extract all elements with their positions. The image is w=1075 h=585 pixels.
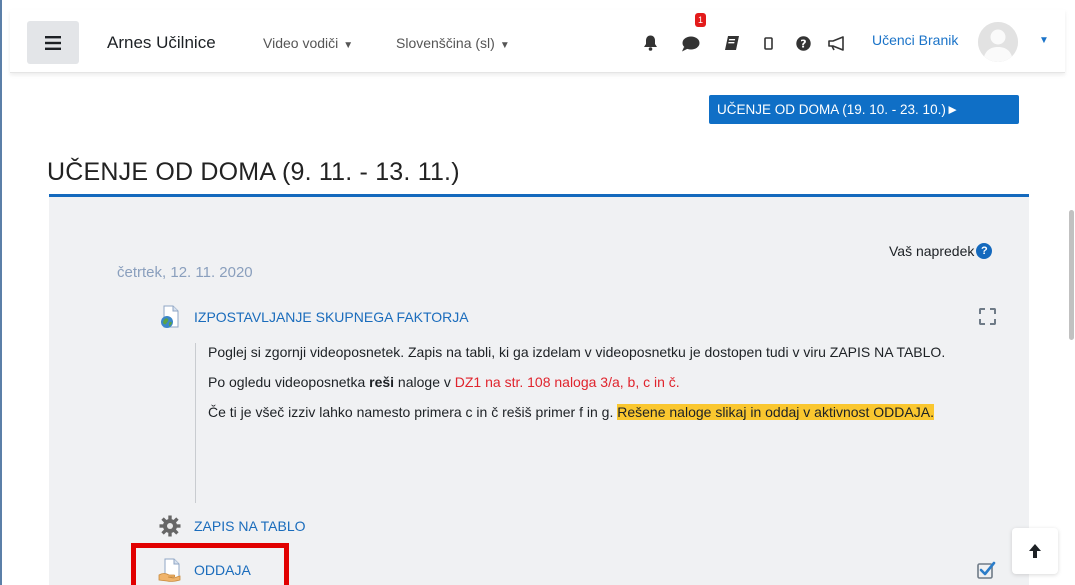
gear-icon	[158, 514, 182, 538]
language-menu[interactable]: Slovenščina (sl) ▼	[396, 35, 510, 51]
avatar[interactable]	[978, 22, 1018, 62]
video-guides-label: Video vodiči	[263, 35, 339, 51]
next-section-button[interactable]: UČENJE OD DOMA (19. 10. - 23. 10.)►	[709, 95, 1019, 124]
user-avatar-icon	[978, 22, 1018, 62]
hamburger-icon	[45, 35, 61, 50]
comment-icon[interactable]	[680, 34, 700, 52]
language-label: Slovenščina (sl)	[396, 35, 495, 51]
activity-label: ZAPIS NA TABLO	[194, 518, 306, 534]
caret-down-icon: ▼	[499, 40, 510, 51]
description-highlighted-text: Rešene naloge slikaj in oddaj v aktivnos…	[617, 404, 934, 420]
description-text: Če ti je všeč izziv lahko namesto primer…	[208, 404, 618, 420]
progress-help-icon[interactable]: ?	[976, 243, 993, 259]
activity-url-link[interactable]: IZPOSTAVLJANJE SKUPNEGA FAKTORJA	[158, 305, 469, 329]
bell-icon[interactable]	[642, 34, 658, 52]
description-text: Po ogledu videoposnetka	[208, 374, 370, 390]
page-scrollbar[interactable]	[1069, 210, 1074, 340]
completion-checkbox-manual[interactable]	[979, 308, 996, 325]
progress-indicator: Vaš napredek ?	[889, 243, 993, 259]
question-icon[interactable]: ?	[795, 34, 811, 52]
hamburger-menu-button[interactable]	[27, 21, 79, 64]
annotation-highlight-box	[131, 543, 289, 585]
description-paragraph-1: Poglej si zgornji videoposnetek. Zapis n…	[208, 344, 946, 360]
user-menu-caret-icon[interactable]: ▼	[1039, 35, 1049, 46]
book-icon[interactable]	[723, 34, 741, 52]
top-navbar: Arnes Učilnice Video vodiči ▼ Slovenščina…	[10, 10, 1065, 73]
caret-down-icon: ▼	[343, 40, 354, 51]
completion-checkbox-done	[977, 561, 996, 580]
arrow-up-icon	[1029, 544, 1041, 558]
description-paragraph-3: Če ti je všeč izziv lahko namesto primer…	[208, 403, 975, 422]
bullhorn-icon[interactable]	[826, 34, 846, 52]
description-red-text: DZ1 na str. 108 naloga 3/a, b, c in č.	[454, 374, 680, 390]
svg-text:?: ?	[800, 37, 806, 50]
description-text: naloge v	[394, 374, 455, 390]
activity-label: IZPOSTAVLJANJE SKUPNEGA FAKTORJA	[194, 309, 469, 325]
site-brand-link[interactable]: Arnes Učilnice	[107, 33, 216, 53]
mobile-icon[interactable]	[762, 34, 774, 52]
activity-description: Poglej si zgornji videoposnetek. Zapis n…	[195, 343, 975, 503]
progress-label: Vaš napredek	[889, 243, 975, 259]
url-icon	[158, 305, 182, 329]
description-bold-text: reši	[369, 374, 395, 390]
date-heading: četrtek, 12. 11. 2020	[117, 264, 253, 281]
section-title: UČENJE OD DOMA (9. 11. - 13. 11.)	[47, 158, 460, 186]
message-count-badge: 1	[695, 13, 706, 27]
user-menu-name[interactable]: Učenci Branik	[872, 32, 958, 48]
back-to-top-button[interactable]	[1012, 528, 1058, 574]
video-guides-menu[interactable]: Video vodiči ▼	[263, 35, 353, 51]
window-left-edge	[0, 0, 2, 585]
activity-resource-link[interactable]: ZAPIS NA TABLO	[158, 514, 306, 538]
description-paragraph-2: Po ogledu videoposnetka reši naloge v DZ…	[208, 373, 975, 392]
checkmark-icon	[977, 561, 996, 579]
